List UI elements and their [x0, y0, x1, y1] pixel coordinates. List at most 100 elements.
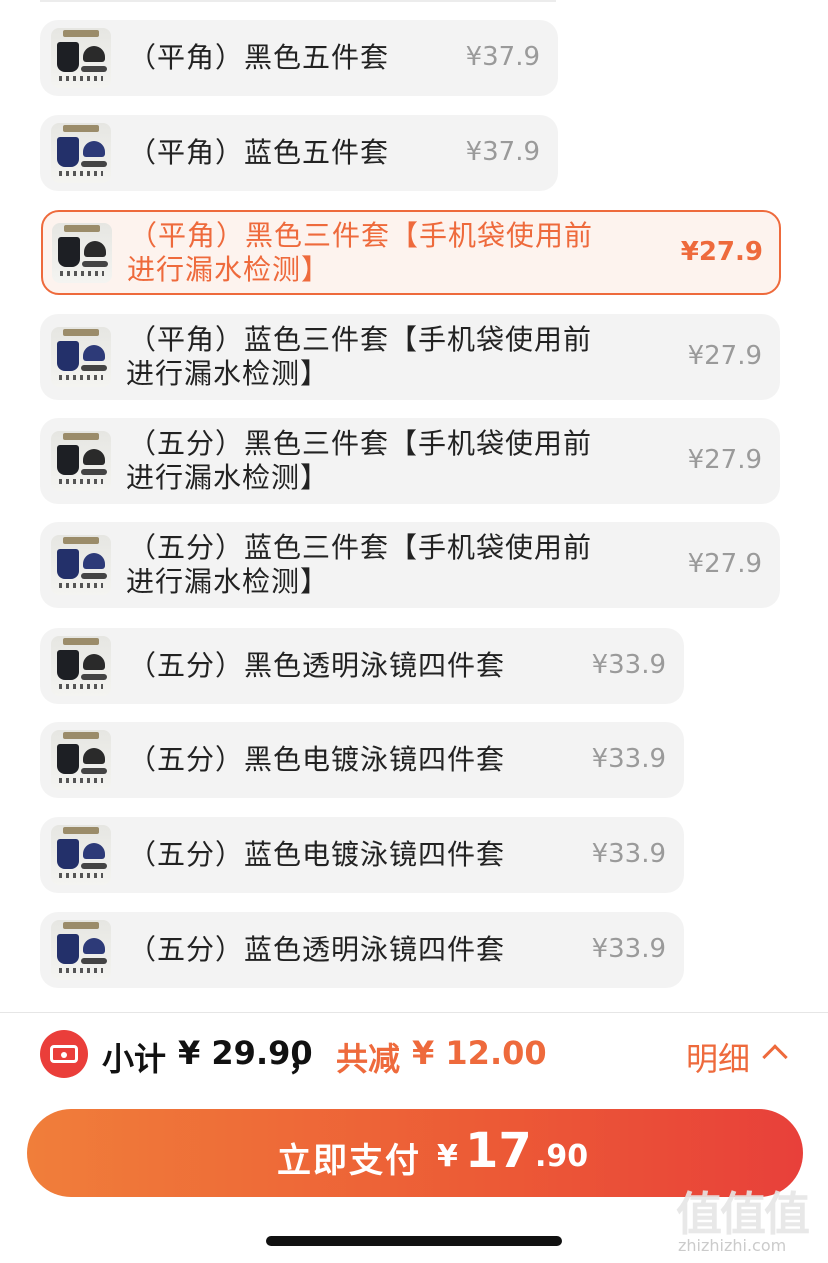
thumb-cap	[63, 537, 99, 544]
thumb-shorts	[57, 650, 79, 680]
sku-option[interactable]: （平角）黑色五件套 ¥37.9	[40, 20, 558, 96]
thumb-feet	[59, 76, 103, 81]
product-thumbnail	[51, 28, 111, 88]
thumb-feet	[59, 171, 103, 176]
sku-option[interactable]: （平角）黑色三件套【手机袋使用前 进行漏水检测】 ¥27.9	[41, 210, 781, 295]
thumb-hat	[83, 46, 105, 62]
thumb-cap	[63, 125, 99, 132]
thumb-cap	[64, 225, 100, 232]
detail-toggle[interactable]: 明细	[686, 1034, 750, 1080]
product-thumbnail	[51, 730, 111, 790]
thumb-goggle	[81, 768, 107, 774]
option-price: ¥37.9	[465, 137, 540, 167]
thumb-hat	[84, 241, 106, 257]
product-thumbnail	[51, 123, 111, 183]
product-thumbnail	[51, 920, 111, 980]
thumb-feet	[59, 479, 103, 484]
discount-label: 共减	[336, 1040, 401, 1078]
thumb-cap	[63, 638, 99, 645]
option-price: ¥37.9	[465, 42, 540, 72]
thumb-shorts	[57, 839, 79, 869]
thumb-goggle	[81, 365, 107, 371]
thumb-shorts	[58, 237, 80, 267]
thumb-shorts	[57, 341, 79, 371]
thumb-feet	[59, 968, 103, 973]
option-label-line: （平角）黑色五件套	[128, 41, 390, 74]
option-label-line: 进行漏水检测】	[126, 565, 330, 598]
pay-currency: ¥	[437, 1139, 458, 1174]
thumb-shorts	[57, 137, 79, 167]
pay-amount-integer: 17	[465, 1123, 532, 1179]
sku-option[interactable]: （平角）蓝色五件套 ¥37.9	[40, 115, 558, 191]
thumb-cap	[63, 30, 99, 37]
sku-option[interactable]: （五分）蓝色三件套【手机袋使用前 进行漏水检测】 ¥27.9	[40, 522, 780, 608]
option-label-line: （平角）黑色三件套【手机袋使用前	[129, 219, 594, 252]
thumb-goggle	[82, 261, 108, 267]
thumb-goggle	[81, 66, 107, 72]
option-label-line: 进行漏水检测】	[127, 253, 331, 286]
thumb-goggle	[81, 863, 107, 869]
site-watermark: 值值值 zhizhizhi.com	[676, 1178, 826, 1263]
thumb-hat	[83, 938, 105, 954]
product-thumbnail	[51, 535, 111, 595]
thumb-shorts	[57, 549, 79, 579]
thumb-shorts	[57, 445, 79, 475]
product-thumbnail	[52, 223, 112, 283]
sku-option[interactable]: （五分）蓝色透明泳镜四件套 ¥33.9	[40, 912, 684, 988]
previous-option-edge	[40, 0, 556, 2]
home-indicator[interactable]	[266, 1236, 562, 1246]
thumb-feet	[60, 271, 104, 276]
option-label-line: （五分）蓝色透明泳镜四件套	[128, 933, 506, 966]
thumb-cap	[63, 329, 99, 336]
option-price: ¥33.9	[591, 934, 666, 964]
pay-button-label: 立即支付	[277, 1141, 421, 1181]
option-price: ¥27.9	[680, 237, 763, 267]
product-thumbnail	[51, 636, 111, 696]
thumb-hat	[83, 141, 105, 157]
thumb-hat	[83, 449, 105, 465]
discount-value: ¥ 12.00	[412, 1034, 547, 1072]
thumb-goggle	[81, 958, 107, 964]
option-label-line: （平角）蓝色五件套	[128, 136, 390, 169]
thumb-feet	[59, 684, 103, 689]
option-label-line: 进行漏水检测】	[126, 461, 330, 494]
thumb-feet	[59, 375, 103, 380]
thumb-shorts	[57, 744, 79, 774]
thumb-cap	[63, 732, 99, 739]
thumb-hat	[83, 553, 105, 569]
thumb-cap	[63, 922, 99, 929]
sku-option[interactable]: （五分）蓝色电镀泳镜四件套 ¥33.9	[40, 817, 684, 893]
thumb-cap	[63, 827, 99, 834]
option-price: ¥33.9	[591, 744, 666, 774]
watermark-logo: 值值值	[676, 1187, 810, 1241]
coupon-icon	[40, 1030, 88, 1078]
thumb-hat	[83, 345, 105, 361]
option-label-line: （五分）蓝色电镀泳镜四件套	[128, 838, 506, 871]
summary-separator: ，	[288, 1040, 321, 1078]
thumb-shorts	[57, 42, 79, 72]
thumb-goggle	[81, 161, 107, 167]
thumb-hat	[83, 654, 105, 670]
option-price: ¥27.9	[687, 445, 762, 475]
thumb-goggle	[81, 573, 107, 579]
sku-option[interactable]: （五分）黑色三件套【手机袋使用前 进行漏水检测】 ¥27.9	[40, 418, 780, 504]
sku-option[interactable]: （五分）黑色电镀泳镜四件套 ¥33.9	[40, 722, 684, 798]
thumb-shorts	[57, 934, 79, 964]
sku-option[interactable]: （五分）黑色透明泳镜四件套 ¥33.9	[40, 628, 684, 704]
option-label-line: （五分）蓝色三件套【手机袋使用前	[128, 531, 593, 564]
subtotal-label: 小计	[102, 1040, 167, 1078]
thumb-cap	[63, 433, 99, 440]
thumb-feet	[59, 778, 103, 783]
sku-option[interactable]: （平角）蓝色三件套【手机袋使用前 进行漏水检测】 ¥27.9	[40, 314, 780, 400]
thumb-hat	[83, 843, 105, 859]
option-price: ¥33.9	[591, 650, 666, 680]
option-label-line: （五分）黑色电镀泳镜四件套	[128, 743, 506, 776]
thumb-hat	[83, 748, 105, 764]
watermark-url: zhizhizhi.com	[678, 1236, 787, 1255]
ticket-shape	[50, 1045, 78, 1063]
thumb-goggle	[81, 674, 107, 680]
product-thumbnail	[51, 327, 111, 387]
option-price: ¥27.9	[687, 549, 762, 579]
thumb-feet	[59, 873, 103, 878]
thumb-goggle	[81, 469, 107, 475]
